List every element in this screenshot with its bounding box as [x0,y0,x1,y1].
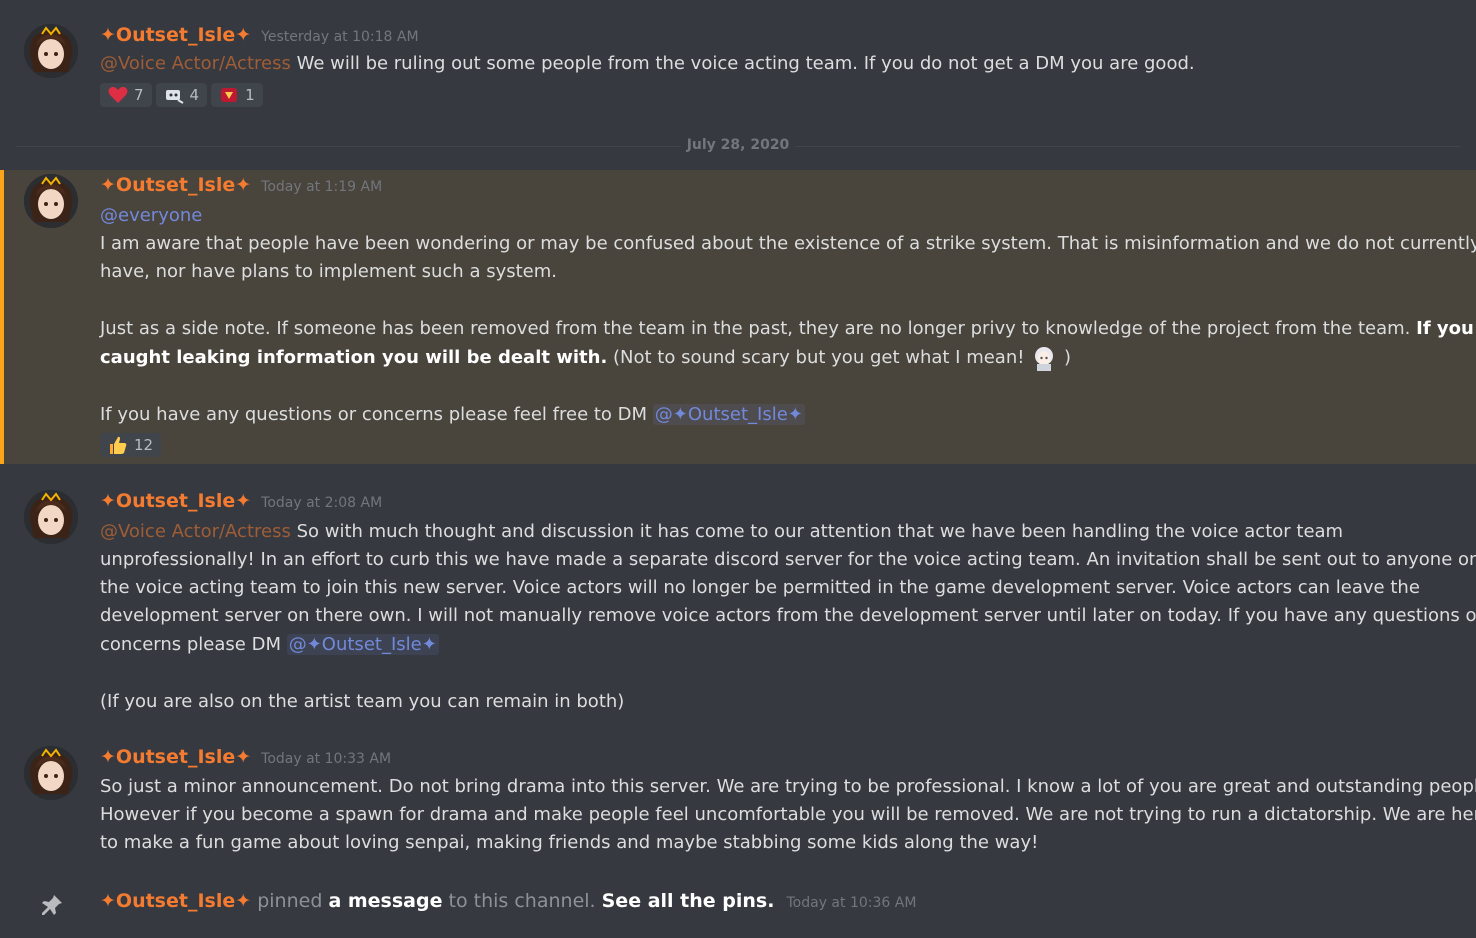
reactions: 7 4 1 [100,83,263,107]
message-text: @Voice Actor/Actress So with much though… [100,518,1454,547]
timestamp: Today at 1:19 AM [261,179,383,195]
text-segment: to this channel. [448,890,596,912]
message-content: @Voice Actor/Actress We will be ruling o… [100,50,1454,79]
user-avatar[interactable] [24,746,78,800]
timestamp: Today at 2:08 AM [261,495,383,511]
user-mention[interactable]: @✦Outset_Isle✦ [652,404,805,425]
reaction-count: 12 [134,436,154,454]
reaction-count: 4 [189,86,200,104]
date-divider: July 28, 2020 [16,137,1460,153]
message-text: concerns please DM @✦Outset_Isle✦ [100,631,1454,660]
message-text: (If you are also on the artist team you … [100,691,625,712]
reaction-thumbs-up[interactable]: 12 [100,433,162,457]
username[interactable]: ✦Outset_Isle✦ [100,24,251,46]
message-text: If you have any questions or concerns pl… [100,401,1454,430]
message-text: So just a minor announcement. Do not bri… [100,776,1476,797]
role-mention[interactable]: @Voice Actor/Actress [100,521,291,542]
bold-text: If you are [1416,318,1476,339]
system-message: ✦Outset_Isle✦ pinned a message to this c… [100,890,916,912]
text-segment: So with much thought and discussion it h… [296,521,1344,542]
text-segment: ) [1063,347,1071,368]
pin-icon [40,893,64,922]
see-all-pins-link[interactable]: See all the pins. [602,890,775,912]
username[interactable]: ✦Outset_Isle✦ [100,746,251,768]
user-avatar[interactable] [24,24,78,78]
reaction-count: 1 [245,86,255,104]
bold-text: caught leaking information you will be d… [100,347,608,368]
message-text: Just as a side note. If someone has been… [100,315,1476,344]
anime-girl-emoji-icon [1035,347,1054,371]
date-divider-label: July 28, 2020 [680,137,796,153]
timestamp: Today at 10:36 AM [786,895,917,911]
pinned-message-link[interactable]: a message [328,890,442,912]
message-text: However if you become a spawn for drama … [100,804,1476,825]
reaction-robot[interactable]: 4 [155,83,208,107]
robot-emoji-icon [165,90,184,104]
message-text: the voice acting team to join this new s… [100,577,1420,598]
everyone-mention[interactable]: @everyone [100,205,202,226]
red-emoji-icon [221,88,238,102]
text-segment: If you have any questions or concerns pl… [100,404,648,425]
heart-emoji-icon [108,86,128,103]
user-avatar[interactable] [24,174,78,228]
text-segment: (Not to sound scary but you get what I m… [613,347,1025,368]
message-text: I am aware that people have been wonderi… [100,233,1476,254]
username[interactable]: ✦Outset_Isle✦ [100,174,251,196]
user-mention[interactable]: @✦Outset_Isle✦ [286,634,439,655]
thumbs-up-emoji-icon [110,436,127,454]
username[interactable]: ✦Outset_Isle✦ [100,890,251,912]
text-segment: Just as a side note. If someone has been… [100,318,1411,339]
message-text: unprofessionally! In an effort to curb t… [100,549,1476,570]
message-text: caught leaking information you will be d… [100,344,1454,373]
reaction-red[interactable]: 1 [211,83,263,107]
reaction-heart[interactable]: 7 [100,83,152,107]
reaction-count: 7 [134,86,144,104]
message-text: We will be ruling out some people from t… [296,53,1195,74]
reactions: 12 [100,433,162,457]
message-text: to make a fun game about loving senpai, … [100,832,1039,853]
role-mention[interactable]: @Voice Actor/Actress [100,53,291,74]
message-text: have, nor have plans to implement such a… [100,261,557,282]
user-avatar[interactable] [24,490,78,544]
text-segment: pinned [257,890,323,912]
message-text: development server on there own. I will … [100,605,1476,626]
timestamp: Yesterday at 10:18 AM [261,29,419,45]
text-segment: concerns please DM [100,634,281,655]
timestamp: Today at 10:33 AM [261,751,392,767]
username[interactable]: ✦Outset_Isle✦ [100,490,251,512]
